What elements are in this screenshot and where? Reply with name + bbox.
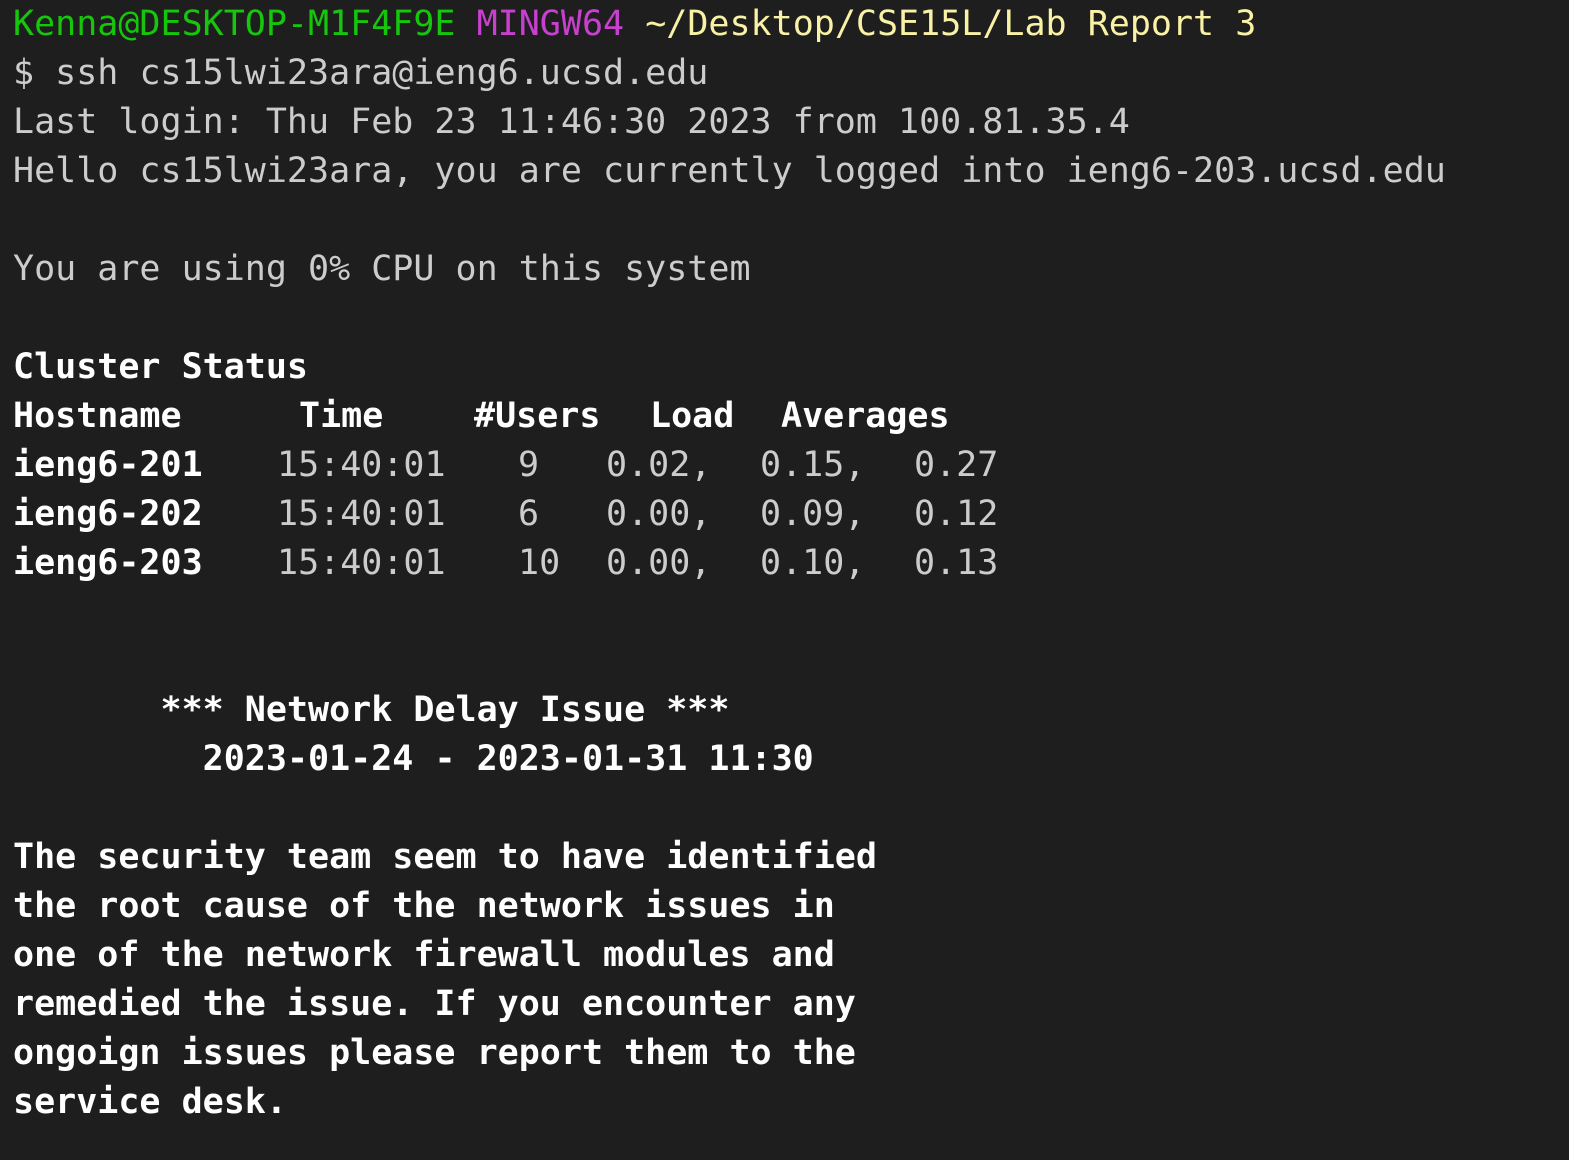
row-time: 15:40:01 [277,494,446,534]
cluster-status-title: Cluster Status [13,347,309,387]
notice-body-line: The security team seem to have identifie… [13,837,877,877]
row-time: 15:40:01 [277,543,446,583]
row-load-15: 0.27 [914,445,999,485]
command-line[interactable]: $ ssh cs15lwi23ara@ieng6.ucsd.edu [13,49,1563,98]
command-text: ssh cs15lwi23ara@ieng6.ucsd.edu [55,53,709,93]
row-users: 10 [518,543,561,583]
row-users: 6 [518,494,540,534]
notice-dates: 2023-01-24 - 2023-01-31 11:30 [13,735,1563,784]
cluster-table-header: Hostname Time #Users Load Averages [13,392,1563,441]
notice-body-line: one of the network firewall modules and [13,935,835,975]
row-load-15: 0.12 [914,494,999,534]
header-load: Load [650,396,735,436]
row-load-1: 0.00, [606,543,712,583]
notice-body-line: the root cause of the network issues in [13,886,835,926]
table-row: ieng6-201 15:40:01 9 0.02, 0.15, 0.27 [13,441,1563,490]
row-time: 15:40:01 [277,445,446,485]
row-load-5: 0.15, [760,445,866,485]
notice-body-line: ongoign issues please report them to the [13,1033,856,1073]
notice-body-line: remedied the issue. If you encounter any [13,984,856,1024]
prompt-user-host: Kenna@DESKTOP-M1F4F9E [13,4,456,44]
header-hostname: Hostname [13,396,182,436]
prompt-cwd: ~/Desktop/CSE15L/Lab Report 3 [645,4,1257,44]
notice-dates-text: 2023-01-24 - 2023-01-31 11:30 [202,739,814,779]
prompt-shell: MINGW64 [476,4,625,44]
header-users: #Users [474,396,601,436]
header-time: Time [299,396,384,436]
row-load-5: 0.09, [760,494,866,534]
notice-title: *** Network Delay Issue *** [13,686,1563,735]
hello-line: Hello cs15lwi23ara, you are currently lo… [13,151,1446,191]
row-load-15: 0.13 [914,543,999,583]
table-row: ieng6-202 15:40:01 6 0.00, 0.09, 0.12 [13,490,1563,539]
header-averages: Averages [781,396,950,436]
row-load-5: 0.10, [760,543,866,583]
row-load-1: 0.00, [606,494,712,534]
last-login-line: Last login: Thu Feb 23 11:46:30 2023 fro… [13,102,1130,142]
notice-body-line: service desk. [13,1082,287,1122]
cpu-usage-line: You are using 0% CPU on this system [13,249,751,289]
notice-title-text: *** Network Delay Issue *** [160,690,730,730]
row-users: 9 [518,445,540,485]
row-hostname: ieng6-202 [13,494,203,534]
row-load-1: 0.02, [606,445,712,485]
prompt-line: Kenna@DESKTOP-M1F4F9E MINGW64 ~/Desktop/… [13,0,1563,49]
table-row: ieng6-203 15:40:01 10 0.00, 0.10, 0.13 [13,539,1563,588]
row-hostname: ieng6-203 [13,543,203,583]
row-hostname: ieng6-201 [13,445,203,485]
prompt-symbol: $ [13,53,35,93]
terminal-window[interactable]: Kenna@DESKTOP-M1F4F9E MINGW64 ~/Desktop/… [13,0,1563,1160]
